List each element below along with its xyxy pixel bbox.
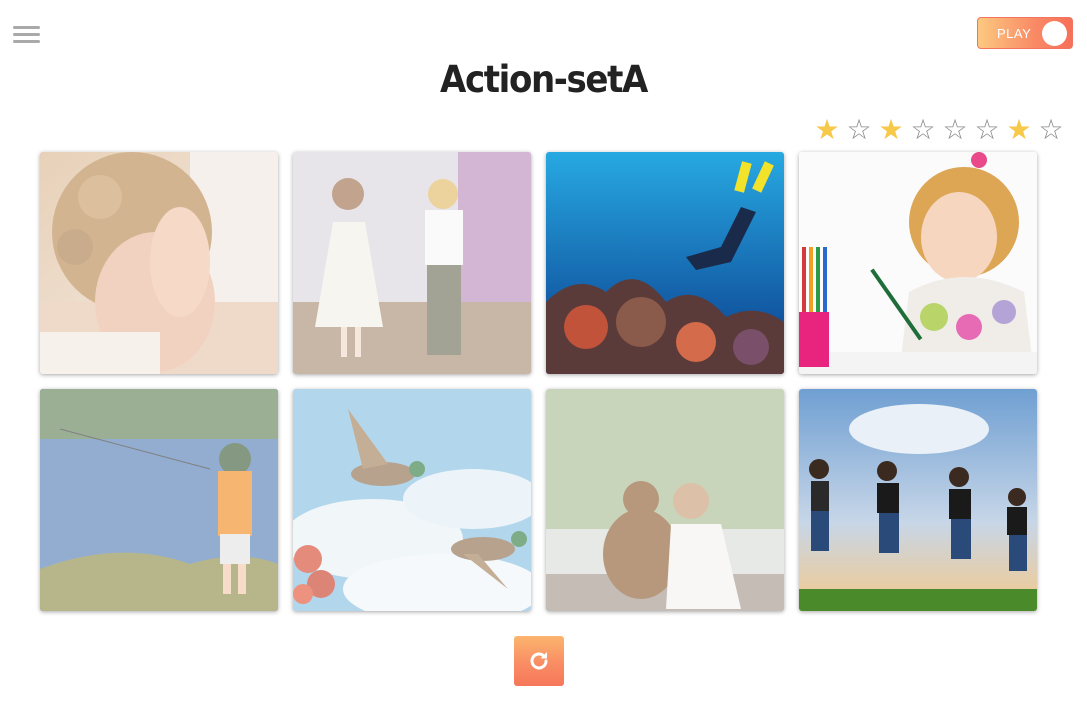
photo-tile-girl-drawing[interactable] xyxy=(799,152,1037,374)
star-icon[interactable]: ☆ xyxy=(971,113,1003,147)
girl-teddy-bear-image xyxy=(546,389,784,611)
play-toggle-label: PLAY xyxy=(997,26,1032,41)
photo-tile-children-jumping[interactable] xyxy=(799,389,1037,611)
flying-ducks-image xyxy=(293,389,531,611)
star-icon[interactable]: ★ xyxy=(1003,113,1035,147)
star-icon[interactable]: ☆ xyxy=(939,113,971,147)
photo-tile-girl-teddy-bear[interactable] xyxy=(546,389,784,611)
photo-tile-scuba-diver[interactable] xyxy=(546,152,784,374)
refresh-icon xyxy=(530,652,548,670)
star-icon[interactable]: ☆ xyxy=(1035,113,1067,147)
photo-tile-dancing-children[interactable] xyxy=(293,152,531,374)
photo-tile-crying-child[interactable] xyxy=(40,152,278,374)
star-icon[interactable]: ☆ xyxy=(843,113,875,147)
dancing-children-image xyxy=(293,152,531,374)
photo-tile-boy-fishing[interactable] xyxy=(40,389,278,611)
menu-bar xyxy=(13,26,40,29)
scuba-diver-image xyxy=(546,152,784,374)
toggle-knob xyxy=(1042,21,1067,46)
boy-fishing-image xyxy=(40,389,278,611)
photo-tile-flying-ducks[interactable] xyxy=(293,389,531,611)
star-icon[interactable]: ☆ xyxy=(907,113,939,147)
star-rating: ★ ☆ ★ ☆ ☆ ☆ ★ ☆ xyxy=(811,113,1067,147)
menu-bar xyxy=(13,33,40,36)
hamburger-menu-icon[interactable] xyxy=(13,24,41,46)
star-icon[interactable]: ★ xyxy=(811,113,843,147)
crying-child-image xyxy=(40,152,278,374)
children-jumping-image xyxy=(799,389,1037,611)
girl-drawing-image xyxy=(799,152,1037,374)
star-icon[interactable]: ★ xyxy=(875,113,907,147)
play-toggle[interactable]: PLAY xyxy=(977,17,1073,49)
page-title: Action-setA xyxy=(440,58,648,101)
menu-bar xyxy=(13,40,40,43)
refresh-button[interactable] xyxy=(514,636,564,686)
